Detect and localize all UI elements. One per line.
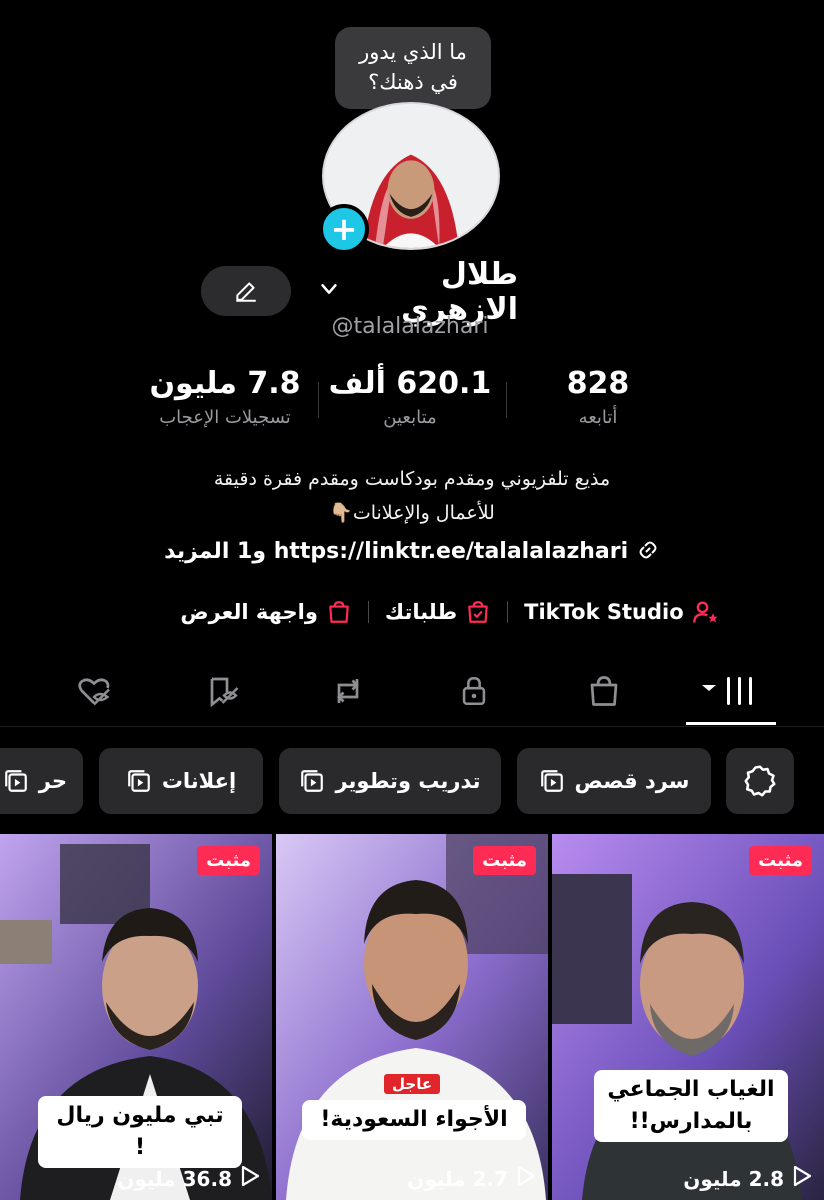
- bubble-line-2: في ذهنك؟: [368, 70, 458, 94]
- video-caption: الأجواء السعودية!: [302, 1100, 526, 1140]
- tools-divider: [507, 601, 509, 623]
- caption-line-1: تبي مليون ريال !: [56, 1103, 224, 1160]
- play-icon: [240, 1165, 260, 1192]
- stat-divider: [318, 382, 319, 418]
- gear-icon: [744, 765, 776, 797]
- tab-reposts[interactable]: [318, 666, 378, 716]
- add-story-button[interactable]: +: [319, 204, 369, 254]
- tiktok-studio-link[interactable]: TikTok Studio: [524, 598, 720, 626]
- tab-favorites[interactable]: [194, 666, 254, 716]
- bio: مذيع تلفزيوني ومقدم بودكاست ومقدم فقرة د…: [120, 462, 704, 530]
- repost-icon: [337, 679, 359, 703]
- user-star-icon: [692, 601, 718, 623]
- video-frame: [552, 834, 824, 1200]
- video-caption: تبي مليون ريال !: [38, 1096, 242, 1168]
- settings-chip[interactable]: [726, 748, 794, 814]
- profile-handle: @talalalazhari: [331, 314, 489, 339]
- tab-liked[interactable]: [64, 666, 124, 716]
- bio-link-text: https://linktr.ee/talalalazhari و1 المزي…: [164, 539, 629, 564]
- grid-filter-icon: [702, 677, 752, 705]
- playlist-icon: [4, 770, 27, 792]
- profile-name[interactable]: طلال الازهري: [318, 257, 518, 327]
- showcase-link[interactable]: واجهة العرض: [180, 599, 352, 625]
- link-icon: [628, 539, 660, 564]
- urgent-tag: عاجل: [384, 1074, 441, 1094]
- video-frame: [276, 834, 548, 1200]
- followers-stat[interactable]: 620.1 ألف متابعين: [320, 366, 500, 428]
- likes-stat[interactable]: 7.8 مليون تسجيلات الإعجاب: [134, 366, 316, 428]
- tab-shop[interactable]: [574, 666, 634, 716]
- caption-line-1: الغياب الجماعي: [607, 1077, 775, 1102]
- following-stat[interactable]: 828 أتابعه: [508, 366, 688, 428]
- likes-count: 7.8 مليون: [149, 366, 301, 401]
- playlist-chip-ads[interactable]: إعلانات: [99, 748, 263, 814]
- playlist-icon: [301, 770, 324, 792]
- caption-line-2: بالمدارس!!: [629, 1109, 753, 1134]
- video-thumbnail[interactable]: مثبت الغياب الجماعي بالمدارس!! 2.8 مليون: [552, 834, 824, 1200]
- heart-hidden-icon: [78, 678, 110, 706]
- tab-videos[interactable]: [700, 666, 760, 716]
- tab-private[interactable]: [444, 666, 504, 716]
- orders-link[interactable]: طلباتك: [385, 599, 491, 625]
- view-count: 2.7 مليون: [407, 1165, 536, 1192]
- stat-divider: [506, 382, 507, 418]
- bio-link[interactable]: https://linktr.ee/talalalazhari و1 المزي…: [120, 538, 704, 564]
- active-tab-indicator: [686, 722, 776, 725]
- video-thumbnail[interactable]: مثبت عاجل الأجواء السعودية! 2.7 مليون: [276, 834, 548, 1200]
- playlist-icon: [540, 770, 563, 792]
- playlist-icon: [127, 770, 150, 792]
- pinned-badge: مثبت: [473, 846, 536, 875]
- bio-line-1: مذيع تلفزيوني ومقدم بودكاست ومقدم فقرة د…: [213, 468, 611, 490]
- orders-label: طلباتك: [384, 600, 458, 624]
- followers-count: 620.1 ألف: [328, 366, 492, 401]
- bookmark-hidden-icon: [210, 677, 239, 708]
- following-label: أتابعه: [578, 407, 618, 428]
- view-count-text: 36.8 مليون: [117, 1166, 232, 1191]
- pinned-badge: مثبت: [749, 846, 812, 875]
- playlist-chip-training[interactable]: تدريب وتطوير: [279, 748, 501, 814]
- chip-label: إعلانات: [161, 769, 237, 793]
- playlist-chip-storytelling[interactable]: سرد قصص: [517, 748, 711, 814]
- tabs-divider: [0, 726, 824, 727]
- tools-divider: [367, 601, 369, 623]
- bubble-line-1: ما الذي يدور: [359, 40, 467, 64]
- tiktok-studio-label: TikTok Studio: [524, 600, 684, 624]
- shopping-bag-icon: [329, 601, 349, 623]
- edit-profile-button[interactable]: [201, 266, 291, 316]
- shopping-bag-icon: [590, 676, 618, 706]
- lock-icon: [462, 676, 486, 706]
- view-count: 36.8 مليون: [117, 1165, 260, 1192]
- play-icon: [516, 1165, 536, 1192]
- view-count-text: 2.7 مليون: [407, 1166, 508, 1191]
- likes-label: تسجيلات الإعجاب: [159, 407, 291, 428]
- creator-tools: TikTok Studio طلباتك واجهة العرض: [150, 592, 750, 632]
- video-thumbnail[interactable]: مثبت تبي مليون ريال ! 36.8 مليون: [0, 834, 272, 1200]
- chevron-down-icon: [318, 278, 340, 306]
- pinned-badge: مثبت: [197, 846, 260, 875]
- playlist-chip-partial[interactable]: حر: [0, 748, 83, 814]
- status-bubble[interactable]: ما الذي يدور في ذهنك؟: [335, 27, 491, 109]
- caption-line-1: الأجواء السعودية!: [320, 1107, 508, 1132]
- view-count: 2.8 مليون: [683, 1165, 812, 1192]
- followers-label: متابعين: [383, 407, 437, 428]
- chip-label: حر: [38, 769, 67, 793]
- play-icon: [792, 1165, 812, 1192]
- following-count: 828: [566, 366, 630, 401]
- plus-icon: +: [330, 210, 358, 248]
- showcase-label: واجهة العرض: [180, 600, 318, 624]
- video-caption: الغياب الجماعي بالمدارس!!: [594, 1070, 788, 1142]
- pencil-icon: [236, 282, 256, 302]
- chip-label: سرد قصص: [574, 769, 690, 793]
- bag-check-icon: [468, 601, 488, 623]
- view-count-text: 2.8 مليون: [683, 1166, 784, 1191]
- chip-label: تدريب وتطوير: [335, 769, 481, 793]
- bio-line-2: للأعمال والإعلانات👇🏼: [329, 502, 495, 524]
